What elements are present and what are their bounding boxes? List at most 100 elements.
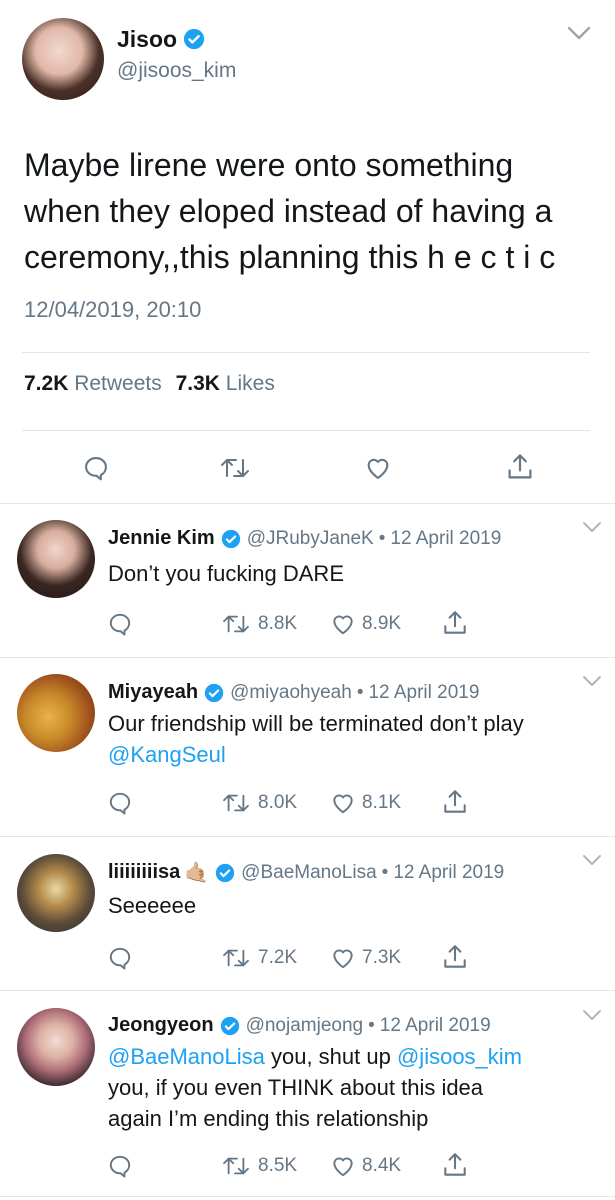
retweet-icon <box>223 615 249 633</box>
reply-text-line: again I’m ending this relationship <box>108 1106 429 1131</box>
section-divider <box>0 503 615 504</box>
retweet-button[interactable]: 7.2K <box>220 946 297 970</box>
reply-button[interactable] <box>107 945 133 971</box>
reply-date: 12 April 2019 <box>390 527 502 549</box>
retweets-count: 7.2K <box>24 372 69 395</box>
share-icon[interactable] <box>506 452 534 482</box>
main-author-name[interactable]: Jisoo <box>117 26 177 53</box>
retweet-icon[interactable] <box>218 455 252 481</box>
verified-badge-icon <box>220 1016 239 1035</box>
chevron-down-icon[interactable] <box>581 674 603 688</box>
reply-text: Seeeeee <box>108 893 197 918</box>
separator-dot: • <box>368 1014 375 1036</box>
reply-handle[interactable]: @nojamjeong <box>246 1015 364 1037</box>
retweet-button[interactable]: 8.5K <box>220 1154 297 1178</box>
reply-button[interactable] <box>107 1153 133 1179</box>
mention-link[interactable]: @BaeManoLisa <box>108 1044 265 1069</box>
reply-text: @BaeManoLisa you, shut up @jisoos_kim yo… <box>108 1041 522 1134</box>
reply-handle[interactable]: @BaeManoLisa <box>241 862 376 884</box>
likes-stat[interactable]: 7.3K Likes <box>176 372 275 395</box>
retweet-button[interactable]: 8.0K <box>220 791 297 815</box>
reply-divider <box>0 990 615 991</box>
reply-text-line: you, if you even THINK about this idea <box>108 1075 484 1100</box>
like-count: 8.1K <box>362 792 402 813</box>
retweet-count: 8.0K <box>258 792 298 813</box>
like-icon <box>333 949 353 969</box>
reply-text-line: Our friendship will be terminated don’t … <box>108 711 524 736</box>
reply-button[interactable] <box>107 790 133 816</box>
reply-icon <box>109 613 131 636</box>
main-divider-1 <box>22 352 590 353</box>
main-author-handle[interactable]: @jisoos_kim <box>117 59 236 83</box>
mention-link[interactable]: @jisoos_kim <box>397 1044 522 1069</box>
main-tweet-timestamp: 12/04/2019, 20:10 <box>24 297 202 322</box>
share-icon <box>444 790 466 813</box>
share-button[interactable] <box>442 788 468 816</box>
reply-avatar[interactable] <box>17 520 95 598</box>
reply-handle[interactable]: @JRubyJaneK <box>247 528 374 550</box>
reply-avatar[interactable] <box>17 854 95 932</box>
chevron-down-icon[interactable] <box>581 853 603 867</box>
reply-header: Jeongyeon @nojamjeong • 12 April 2019 <box>108 1014 491 1037</box>
reply-date: 12 April 2019 <box>379 1014 491 1036</box>
main-divider-2 <box>22 430 590 431</box>
retweet-icon <box>223 949 249 967</box>
separator-dot: • <box>378 527 386 549</box>
separator-dot: • <box>381 861 389 883</box>
like-button[interactable]: 8.9K <box>330 611 401 637</box>
reply-author-name[interactable]: Jennie Kim <box>108 527 215 550</box>
reply-date: 12 April 2019 <box>393 861 505 883</box>
share-button[interactable] <box>442 609 468 637</box>
retweets-stat[interactable]: 7.2K Retweets <box>24 372 168 395</box>
retweet-button[interactable]: 8.8K <box>220 612 297 636</box>
reply-handle[interactable]: @miyaohyeah <box>230 682 352 704</box>
main-author-avatar[interactable] <box>22 18 104 100</box>
reply-button[interactable] <box>107 611 133 637</box>
main-author-name-row: Jisoo <box>117 24 205 54</box>
verified-badge-icon <box>204 683 224 702</box>
reply-icon[interactable] <box>82 454 110 482</box>
chevron-down-icon[interactable] <box>581 520 603 534</box>
reply-header: liiiiiiiisa 🤙🏼 @BaeManoLisa • 12 April 2… <box>108 860 504 885</box>
like-count: 8.9K <box>362 613 402 634</box>
reply-avatar[interactable] <box>17 1008 95 1086</box>
reply-text: Don’t you fucking DARE <box>108 561 344 586</box>
reply-avatar[interactable] <box>17 674 95 752</box>
share-icon <box>444 611 466 634</box>
reply-author-name[interactable]: liiiiiiiisa <box>108 861 180 884</box>
reply-text-line: @BaeManoLisa you, shut up @jisoos_kim <box>108 1041 522 1072</box>
mention-link[interactable]: @KangSeul <box>108 739 524 770</box>
like-button[interactable]: 8.1K <box>330 790 401 816</box>
main-tweet-text: Maybe lirene were onto something when th… <box>24 142 555 280</box>
reply-text: Our friendship will be terminated don’t … <box>108 708 524 770</box>
main-tweet-line: ceremony,,this planning this h e c t i c <box>24 239 556 275</box>
chevron-down-icon[interactable] <box>566 24 592 42</box>
like-button[interactable]: 7.3K <box>330 945 401 971</box>
retweet-count: 8.5K <box>258 1155 298 1176</box>
share-icon <box>444 945 466 968</box>
reply-icon <box>109 947 131 970</box>
share-button[interactable] <box>442 943 468 971</box>
share-button[interactable] <box>442 1151 468 1179</box>
verified-badge-icon <box>216 863 235 882</box>
verified-badge-icon <box>183 28 205 50</box>
chevron-down-icon[interactable] <box>581 1008 603 1022</box>
reply-author-name[interactable]: Jeongyeon <box>108 1014 214 1037</box>
engagement-stats: 7.2K Retweets 7.3K Likes <box>24 372 275 396</box>
retweet-count: 7.2K <box>258 947 298 968</box>
likes-label: Likes <box>225 372 275 395</box>
like-icon <box>333 1157 353 1177</box>
share-icon <box>444 1153 466 1176</box>
reply-author-name[interactable]: Miyayeah <box>108 681 198 704</box>
like-icon[interactable] <box>364 454 392 482</box>
separator-dot: • <box>356 681 364 703</box>
retweets-label: Retweets <box>74 372 162 395</box>
like-icon <box>333 794 353 814</box>
main-tweet-line: when they eloped instead of having a <box>24 193 553 229</box>
reply-divider <box>0 657 615 658</box>
reply-text-fragment: you, shut up <box>264 1044 397 1069</box>
like-count: 7.3K <box>362 947 402 968</box>
retweet-icon <box>223 1157 249 1175</box>
reply-icon <box>109 1155 131 1178</box>
like-button[interactable]: 8.4K <box>330 1153 401 1179</box>
